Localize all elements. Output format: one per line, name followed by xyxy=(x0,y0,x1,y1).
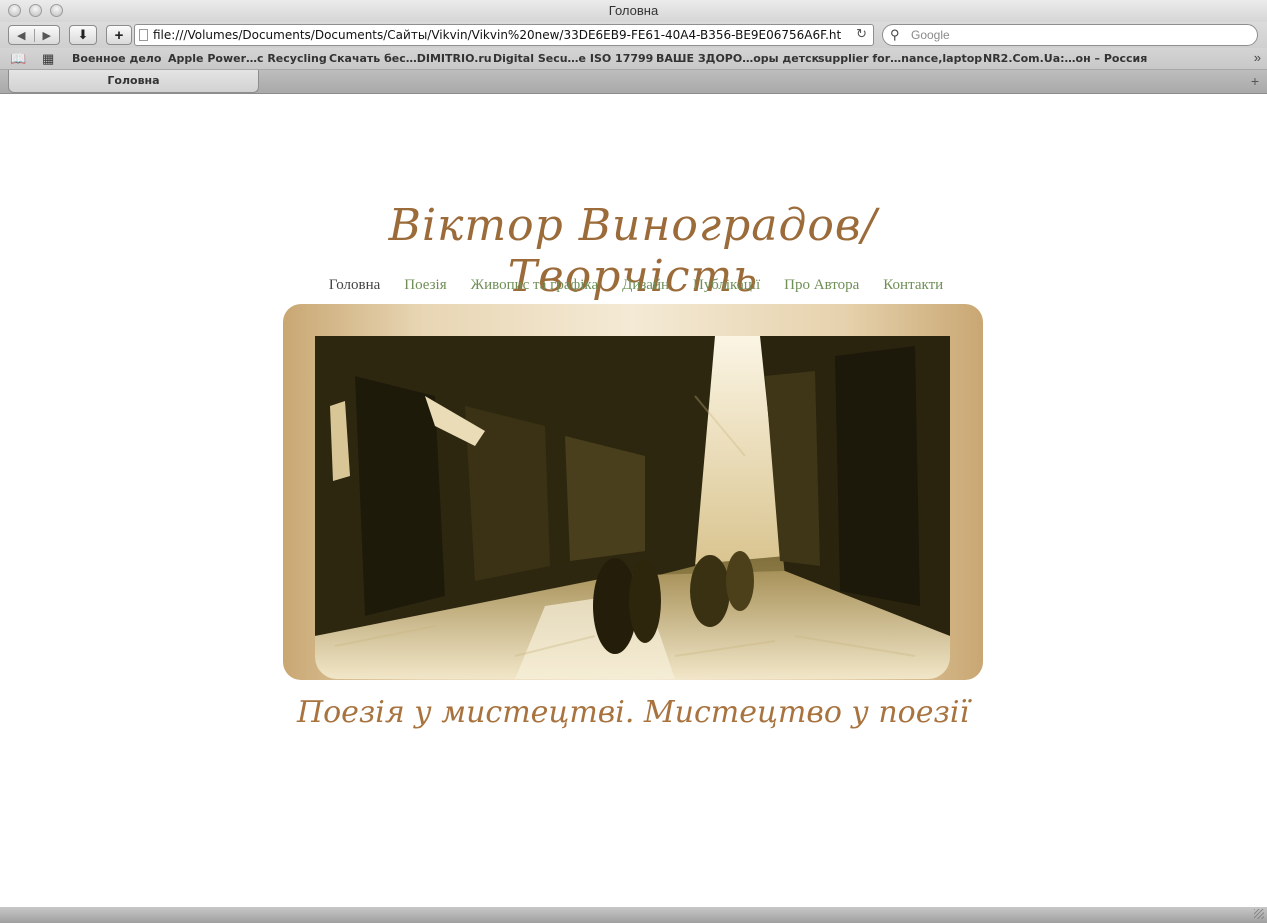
street-painting-illustration xyxy=(315,336,950,679)
back-forward-group: ◀ ▶ xyxy=(8,25,60,45)
top-sites-icon[interactable]: ▦ xyxy=(42,51,54,67)
reload-icon[interactable]: ↻ xyxy=(856,25,867,45)
add-bookmark-button[interactable]: + xyxy=(106,25,132,45)
site-navigation: Головна Поезія Живопис та графіка Дизайн… xyxy=(316,277,956,297)
new-tab-icon[interactable]: + xyxy=(1251,73,1259,89)
tab-home[interactable]: Головна xyxy=(8,70,259,93)
back-icon[interactable]: ◀ xyxy=(9,28,35,42)
bookmark-item[interactable]: NR2.Com.Ua:…он – Россия xyxy=(983,52,1147,65)
search-placeholder: Google xyxy=(911,28,950,42)
nav-publications[interactable]: Публікації xyxy=(693,277,760,297)
reading-list-icon[interactable]: 📖 xyxy=(10,51,26,67)
window-titlebar: Головна xyxy=(0,0,1267,23)
bookmark-item[interactable]: supplier for…nance,laptop xyxy=(818,52,982,65)
hero-painting xyxy=(315,336,950,679)
forward-icon[interactable]: ▶ xyxy=(35,29,60,42)
nav-home[interactable]: Головна xyxy=(329,277,380,297)
bookmark-item[interactable]: ВАШЕ ЗДОРО…оры детск xyxy=(656,52,819,65)
downloads-button[interactable]: ⬇ xyxy=(69,25,97,45)
resize-grip-icon[interactable] xyxy=(1254,909,1264,919)
download-icon: ⬇ xyxy=(77,27,89,42)
nav-about-author[interactable]: Про Автора xyxy=(784,277,859,297)
bookmarks-bar: 📖 ▦ Военное дело Apple Power…c Recycling… xyxy=(0,48,1267,70)
nav-design[interactable]: Дизайн xyxy=(622,277,669,297)
site-tagline: Поезія у мистецтві. Мистецтво у поезії xyxy=(296,695,970,730)
search-icon: ⚲ xyxy=(890,27,900,42)
nav-painting-graphics[interactable]: Живопис та графіка xyxy=(471,277,598,297)
bookmark-item[interactable]: Военное дело xyxy=(72,52,161,65)
page-icon xyxy=(139,29,148,41)
window-bottom-bar xyxy=(0,907,1267,923)
hero-image xyxy=(283,304,983,680)
nav-contacts[interactable]: Контакти xyxy=(883,277,943,297)
bookmark-item[interactable]: Скачать бес…DIMITRIO.ru xyxy=(329,52,492,65)
search-input[interactable]: ⚲ Google xyxy=(882,24,1258,46)
nav-poetry[interactable]: Поезія xyxy=(404,277,446,297)
bookmarks-overflow-icon[interactable]: » xyxy=(1254,50,1261,65)
browser-toolbar: ◀ ▶ ⬇ + file:///Volumes/Documents/Docume… xyxy=(0,22,1267,48)
bookmark-item[interactable]: Apple Power…c Recycling xyxy=(168,52,327,65)
bookmark-item[interactable]: Digital Secu…e ISO 17799 xyxy=(493,52,653,65)
plus-icon: + xyxy=(114,26,124,44)
tab-bar: Головна + xyxy=(0,70,1267,94)
address-bar[interactable]: file:///Volumes/Documents/Documents/Сайт… xyxy=(134,24,874,46)
address-text: file:///Volumes/Documents/Documents/Сайт… xyxy=(153,28,842,42)
window-title: Головна xyxy=(608,3,659,18)
